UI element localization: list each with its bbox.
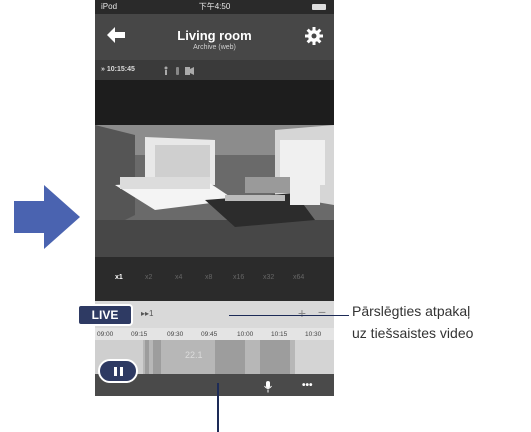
live-button[interactable]: LIVE bbox=[77, 304, 133, 326]
pause-pointer-line bbox=[217, 383, 219, 432]
timeline-date: 22.1 bbox=[185, 350, 203, 360]
speed-option[interactable]: x64 bbox=[293, 274, 304, 281]
speed-option[interactable]: x2 bbox=[145, 274, 152, 281]
timeline-segment bbox=[295, 340, 334, 374]
pause-icon bbox=[114, 367, 117, 376]
info-bar: » 10:15:45 bbox=[95, 60, 334, 80]
tick-label: 10:00 bbox=[237, 331, 254, 338]
tick-label: 09:15 bbox=[131, 331, 148, 338]
phone-screen: iPod 下午4:50 Living room Archive (web) » … bbox=[95, 0, 334, 396]
speed-option[interactable]: x32 bbox=[263, 274, 274, 281]
gear-icon[interactable] bbox=[304, 26, 324, 46]
skip-forward-button[interactable]: ▸▸1 bbox=[141, 309, 153, 318]
callout-text: Pārslēgties atpakaļ uz tiešsaistes video bbox=[352, 300, 473, 344]
callout-line bbox=[229, 315, 349, 316]
page-title: Living room bbox=[177, 28, 252, 43]
video-letterbox bbox=[95, 80, 334, 125]
more-button[interactable]: ••• bbox=[302, 380, 313, 391]
pointer-arrow-icon bbox=[14, 185, 80, 249]
timeline-segment bbox=[145, 340, 149, 374]
camera-feed-image[interactable] bbox=[95, 125, 334, 257]
zoom-out-button[interactable]: − bbox=[318, 304, 326, 320]
speed-option[interactable]: x1 bbox=[115, 274, 123, 281]
zoom-in-button[interactable]: + bbox=[298, 305, 306, 321]
playback-speed-bar: x1 x2 x4 x8 x16 x32 x64 bbox=[95, 257, 334, 301]
timeline-segment bbox=[215, 340, 245, 374]
callout-line-2: uz tiešsaistes video bbox=[352, 325, 474, 341]
tick-label: 09:45 bbox=[201, 331, 218, 338]
speed-option[interactable]: x4 bbox=[175, 274, 182, 281]
status-time: 下午4:50 bbox=[198, 2, 231, 11]
timestamp: » 10:15:45 bbox=[101, 66, 135, 73]
tick-label: 10:30 bbox=[305, 331, 322, 338]
pause-button[interactable] bbox=[98, 359, 138, 383]
tick-label: 09:30 bbox=[167, 331, 184, 338]
timeline-segment bbox=[153, 340, 161, 374]
timeline-segment bbox=[260, 340, 290, 374]
pause-icon bbox=[120, 367, 123, 376]
callout-line-1: Pārslēgties atpakaļ bbox=[352, 303, 471, 319]
tick-label: 10:15 bbox=[271, 331, 288, 338]
page-subtitle: Archive (web) bbox=[193, 44, 236, 51]
status-bar: iPod 下午4:50 bbox=[95, 0, 334, 14]
tick-label: 09:00 bbox=[97, 331, 114, 338]
timeline-ticks: 09:00 09:15 09:30 09:45 10:00 10:15 10:3… bbox=[95, 328, 334, 340]
microphone-icon[interactable] bbox=[263, 381, 273, 393]
battery-icon bbox=[312, 4, 326, 10]
event-icons bbox=[164, 66, 194, 75]
speed-option[interactable]: x16 bbox=[233, 274, 244, 281]
nav-bar: Living room Archive (web) bbox=[95, 14, 334, 60]
speed-option[interactable]: x8 bbox=[205, 274, 212, 281]
